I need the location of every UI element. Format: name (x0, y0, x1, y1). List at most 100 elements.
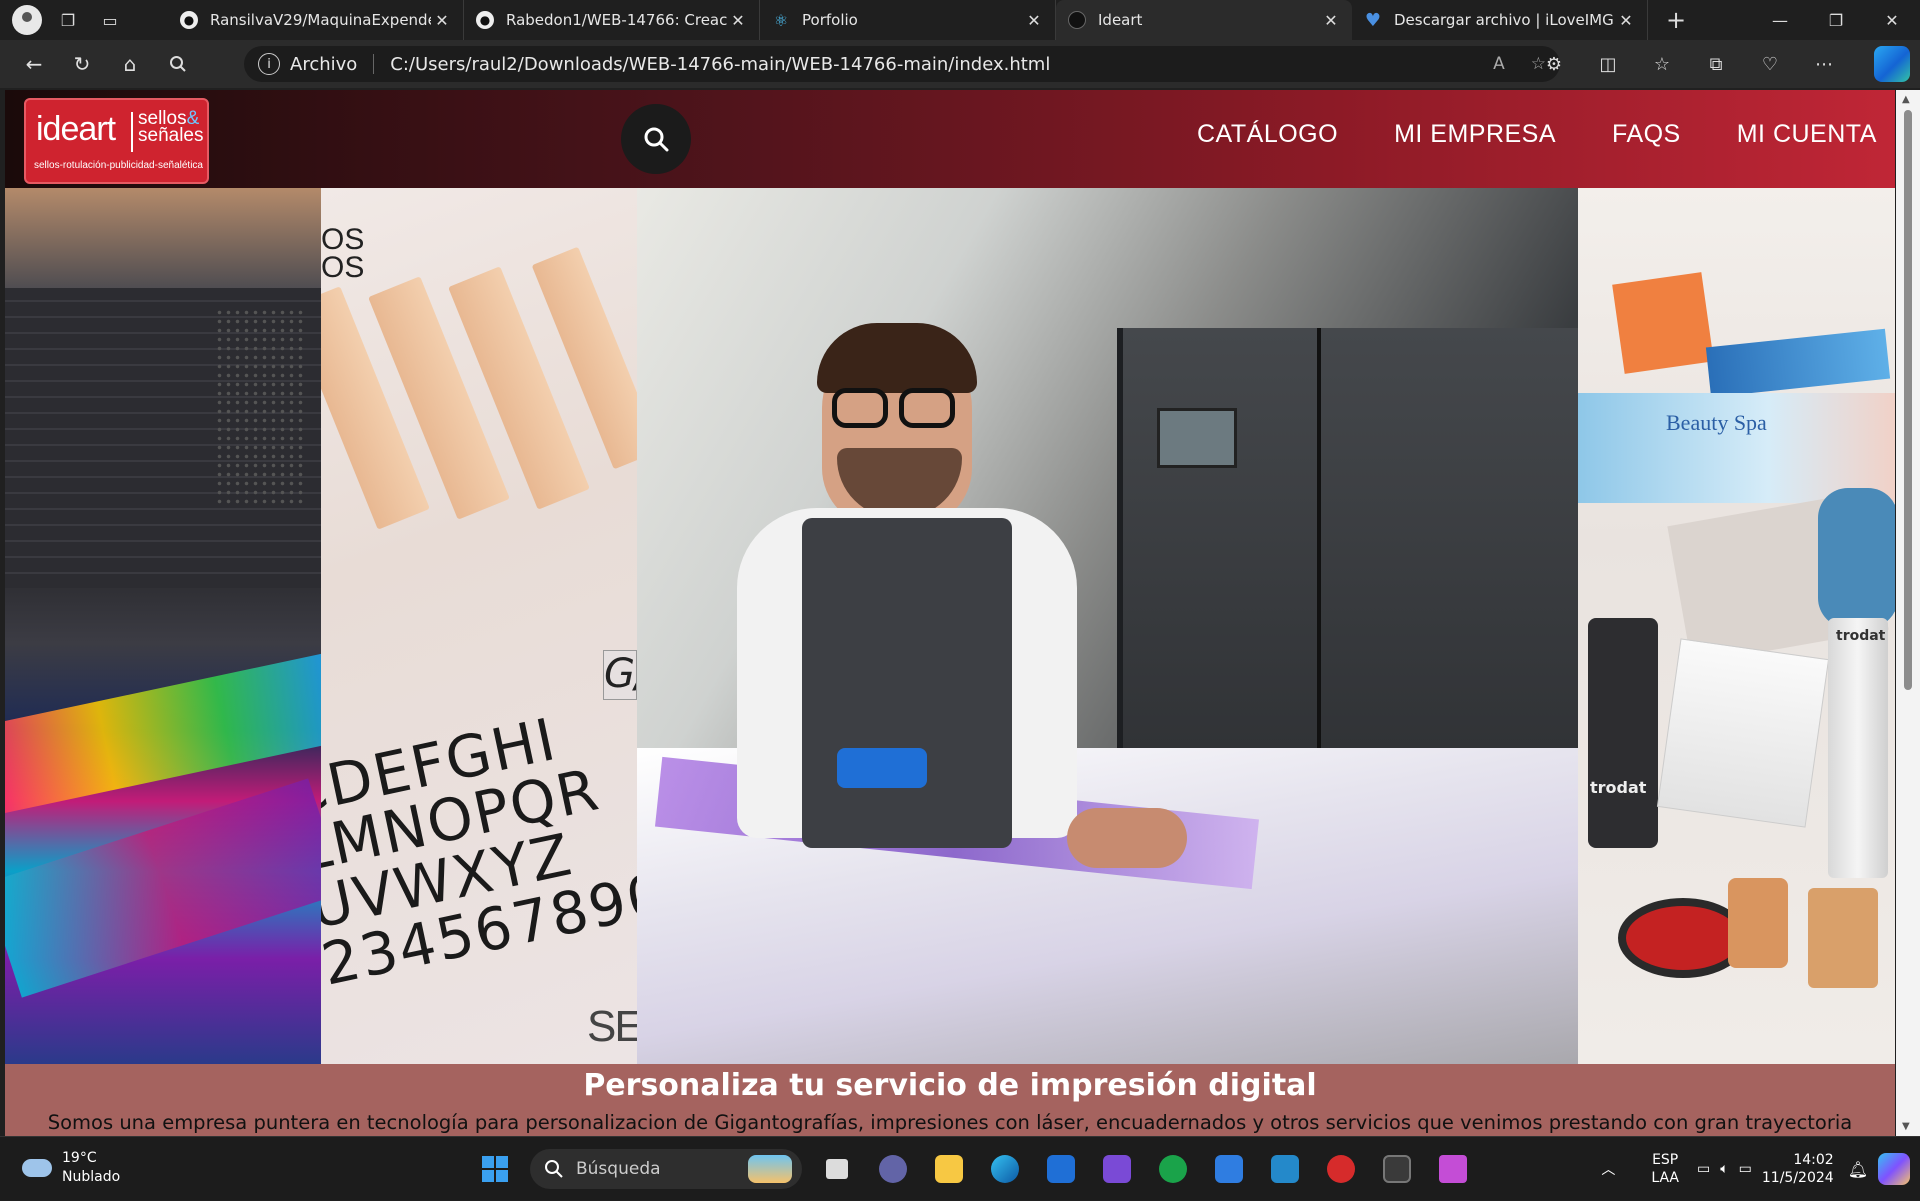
close-tab-icon[interactable]: ✕ (1023, 11, 1045, 30)
weather-widget[interactable]: 19°C Nublado (22, 1149, 120, 1187)
volume-icon[interactable]: 🔈︎ (1720, 1161, 1728, 1177)
read-aloud-icon[interactable]: A (1493, 54, 1505, 74)
windows-icon (482, 1156, 508, 1182)
restore-icon[interactable]: ❐ (1808, 0, 1864, 40)
teams-chat-icon[interactable] (868, 1145, 918, 1193)
nav-faqs[interactable]: FAQS (1612, 120, 1681, 149)
camera-app-icon[interactable] (1092, 1145, 1142, 1193)
hero-text-fragment: SEL (587, 1002, 637, 1051)
more-menu-icon[interactable]: ⋯ (1806, 46, 1842, 82)
close-tab-icon[interactable]: ✕ (431, 11, 453, 30)
stamp-brand-label: trodat (1590, 778, 1647, 797)
home-icon[interactable]: ⌂ (110, 46, 150, 82)
hero-image-technician (637, 188, 1578, 1064)
hero-image-stamps: OSOS CDEFGHI LMNOPQR UVWXYZ 234567890 G/… (321, 188, 637, 1064)
performance-icon[interactable]: ♡ (1752, 46, 1788, 82)
scrollbar-thumb[interactable] (1904, 110, 1912, 690)
cloud-icon (22, 1159, 52, 1177)
info-icon[interactable]: i (258, 53, 280, 75)
close-window-icon[interactable]: ✕ (1864, 0, 1920, 40)
tab-title: Ideart (1098, 11, 1143, 29)
snipping-tool-icon[interactable] (1428, 1145, 1478, 1193)
workspaces-icon[interactable]: ❐ (52, 4, 84, 36)
reload-icon[interactable]: ↻ (62, 46, 102, 82)
tab-actions-icon[interactable]: ▭ (94, 4, 126, 36)
security-label: Archivo (290, 53, 358, 75)
url-text[interactable]: C:/Users/raul2/Downloads/WEB-14766-main/… (390, 54, 1050, 75)
main-nav: CATÁLOGO MI EMPRESA FAQS MI CUENTA (1197, 120, 1877, 149)
new-tab-icon[interactable]: + (1660, 4, 1692, 36)
copilot-icon[interactable] (1874, 46, 1910, 82)
favorites-icon[interactable]: ☆ (1644, 46, 1680, 82)
search-highlight-icon (748, 1155, 792, 1183)
windows-taskbar: 19°C Nublado Búsqueda ︿ ESP LAA ▭ 🔈︎ ▭ 1… (0, 1136, 1920, 1200)
collections-icon[interactable]: ⧉ (1698, 46, 1734, 82)
browser-tab-bar: ❐ ▭ ● RansilvaV29/MaquinaExpendedc ✕ ● R… (0, 0, 1920, 40)
browser-tab-5[interactable]: ♥ Descargar archivo | iLoveIMG ✕ (1352, 0, 1648, 40)
extensions-icon[interactable]: ⚙ (1536, 46, 1572, 82)
search-icon (644, 127, 669, 152)
browser-tab-4[interactable]: Ideart ✕ (1056, 0, 1352, 40)
split-screen-icon[interactable]: ◫ (1590, 46, 1626, 82)
microsoft-store-icon[interactable] (1036, 1145, 1086, 1193)
intro-section: Personaliza tu servicio de impresión dig… (5, 1064, 1895, 1136)
hero-text-fragment: OS OS (321, 223, 365, 284)
site-header: ideart sellos& señales sellos-rotulación… (5, 90, 1895, 188)
close-tab-icon[interactable]: ✕ (1615, 11, 1637, 30)
back-icon[interactable]: ← (14, 46, 54, 82)
tab-title: Descargar archivo | iLoveIMG (1394, 11, 1614, 29)
nav-catalogo[interactable]: CATÁLOGO (1197, 120, 1338, 149)
react-icon: ⚛ (773, 10, 789, 30)
nav-mi-cuenta[interactable]: MI CUENTA (1737, 120, 1877, 149)
hero-gallery: OSOS CDEFGHI LMNOPQR UVWXYZ 234567890 G/… (5, 188, 1895, 1064)
hero-text-fragment: G/ (603, 650, 637, 700)
clock[interactable]: 14:02 11/5/2024 (1762, 1151, 1834, 1187)
page-scrollbar[interactable]: ▲ ▼ (1896, 90, 1920, 1136)
logo-sellos: sellos& señales (138, 108, 204, 146)
site-search-button[interactable] (621, 104, 691, 174)
language-indicator[interactable]: ESP LAA (1651, 1151, 1679, 1187)
taskbar-search[interactable]: Búsqueda (530, 1149, 802, 1189)
browser-tab-2[interactable]: ● Rabedon1/WEB-14766: Creacion ✕ (464, 0, 760, 40)
browser-tab-1[interactable]: ● RansilvaV29/MaquinaExpendedc ✕ (168, 0, 464, 40)
site-favicon-icon (1068, 11, 1086, 29)
file-explorer-icon[interactable] (924, 1145, 974, 1193)
tab-title: Porfolio (802, 11, 858, 29)
stamp-brand-label: trodat (1836, 628, 1886, 644)
notification-icon[interactable]: 🔔︎ (1848, 1160, 1868, 1179)
minimize-icon[interactable]: — (1752, 0, 1808, 40)
todo-icon[interactable] (1204, 1145, 1254, 1193)
address-bar[interactable]: i Archivo C:/Users/raul2/Downloads/WEB-1… (244, 46, 1560, 82)
copilot-taskbar-icon[interactable] (1878, 1153, 1910, 1185)
terminal-icon[interactable] (1372, 1145, 1422, 1193)
hero-image-business-cards: Beauty Spa trodat trodat (1578, 188, 1895, 1064)
system-tray: ︿ ESP LAA ▭ 🔈︎ ▭ 14:02 11/5/2024 🔔︎ (1601, 1137, 1920, 1201)
page-viewport: ideart sellos& señales sellos-rotulación… (5, 90, 1895, 1136)
close-tab-icon[interactable]: ✕ (1320, 11, 1342, 30)
weather-condition: Nublado (62, 1169, 121, 1185)
taskbar-search-placeholder: Búsqueda (576, 1159, 661, 1179)
xbox-icon[interactable] (1148, 1145, 1198, 1193)
browser-toolbar: ← ↻ ⌂ i Archivo C:/Users/raul2/Downloads… (0, 40, 1920, 88)
logo-divider (131, 112, 133, 152)
network-icon[interactable]: ▭ (1697, 1161, 1710, 1177)
browser-tab-3[interactable]: ⚛ Porfolio ✕ (760, 0, 1056, 40)
logo-wordmark: ideart (36, 110, 116, 148)
site-logo[interactable]: ideart sellos& señales sellos-rotulación… (24, 98, 209, 184)
intro-text: Somos una empresa puntera en tecnología … (47, 1111, 1853, 1134)
task-view-button[interactable] (812, 1145, 862, 1193)
scroll-up-icon[interactable]: ▲ (1902, 94, 1910, 105)
heart-icon: ♥ (1364, 9, 1382, 31)
edge-browser-icon[interactable] (980, 1145, 1030, 1193)
battery-icon[interactable]: ▭ (1739, 1161, 1752, 1177)
close-tab-icon[interactable]: ✕ (727, 11, 749, 30)
profile-avatar-icon[interactable] (12, 5, 42, 35)
search-icon[interactable] (158, 46, 198, 82)
devcpp-icon[interactable] (1316, 1145, 1366, 1193)
nav-mi-empresa[interactable]: MI EMPRESA (1394, 120, 1556, 149)
tray-overflow-icon[interactable]: ︿ (1601, 1159, 1615, 1179)
scroll-down-icon[interactable]: ▼ (1902, 1121, 1910, 1132)
start-button[interactable] (470, 1145, 520, 1193)
vscode-icon[interactable] (1260, 1145, 1310, 1193)
hero-image-printer (5, 188, 321, 1064)
